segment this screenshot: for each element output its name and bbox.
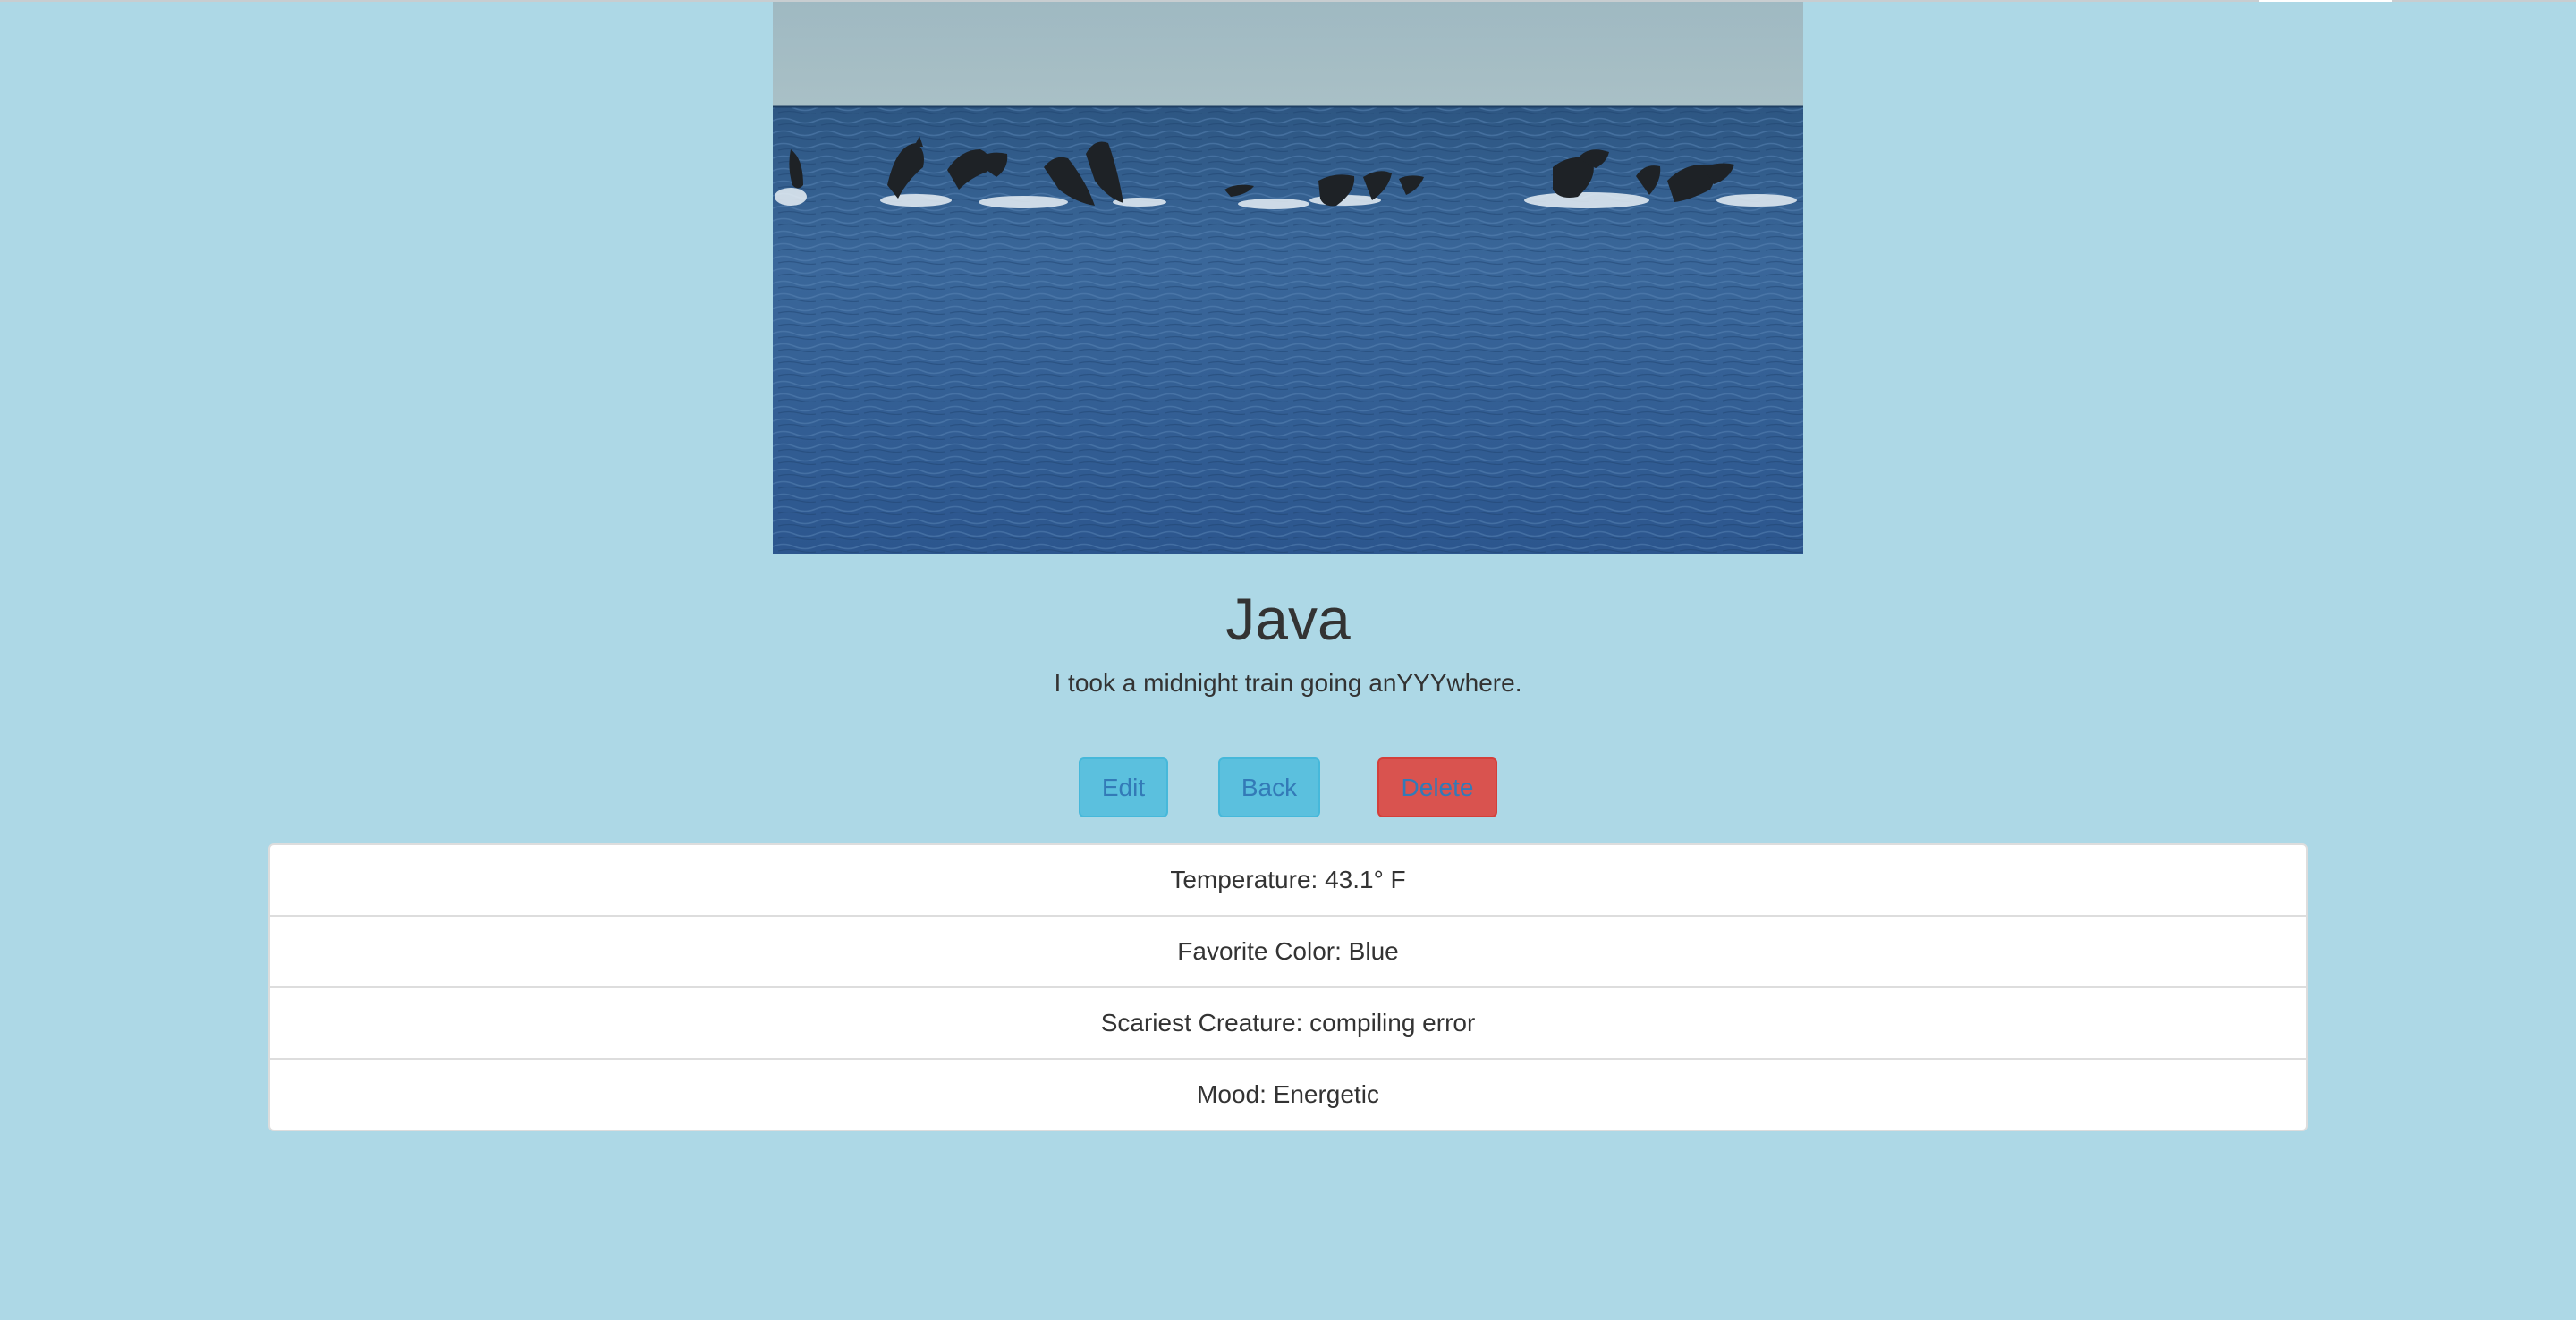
back-button[interactable]: Back: [1218, 757, 1320, 817]
page-title: Java: [1225, 586, 1351, 652]
delete-button[interactable]: Delete: [1377, 757, 1497, 817]
details-list: Temperature: 43.1° F Favorite Color: Blu…: [268, 843, 2308, 1131]
detail-scariest-creature: Scariest Creature: compiling error: [270, 988, 2306, 1060]
top-border-highlight: [2259, 0, 2392, 2]
edit-button[interactable]: Edit: [1079, 757, 1168, 817]
profile-description: I took a midnight train going anYYYwhere…: [1054, 669, 1522, 697]
detail-temperature: Temperature: 43.1° F: [270, 845, 2306, 917]
dolphin-photo: [773, 2, 1803, 554]
detail-favorite-color: Favorite Color: Blue: [270, 917, 2306, 988]
detail-mood: Mood: Energetic: [1197, 1080, 1379, 1108]
